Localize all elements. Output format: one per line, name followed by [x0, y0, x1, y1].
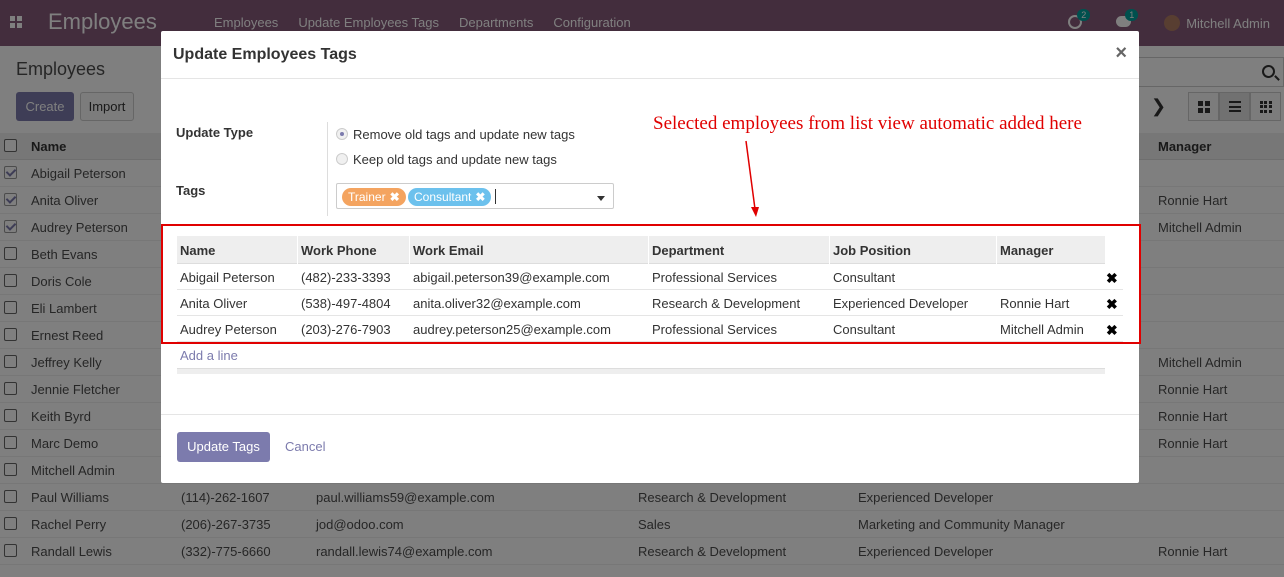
remove-tag-icon[interactable]: ✖ [475, 190, 485, 204]
modal-footer: Update Tags Cancel [161, 414, 1139, 483]
cell-department: Professional Services [652, 270, 777, 285]
text-caret [495, 189, 496, 204]
col-work-phone[interactable]: Work Phone [301, 243, 377, 258]
tag-trainer: Trainer ✖ [342, 188, 406, 206]
col-name[interactable]: Name [180, 243, 215, 258]
add-line-link[interactable]: Add a line [180, 348, 238, 363]
cell-job: Consultant [833, 270, 896, 285]
subtable-row[interactable]: Abigail Peterson (482)-233-3393 abigail.pe… [177, 264, 1123, 290]
tags-input[interactable]: Trainer ✖ Consultant ✖ [336, 183, 614, 209]
subtable-row[interactable]: Audrey Peterson (203)-276-7903 audrey.pete… [177, 316, 1123, 342]
subtable-row[interactable]: Anita Oliver (538)-497-4804 anita.oliver32… [177, 290, 1123, 316]
radio-keep-old-tags[interactable] [336, 153, 348, 165]
field-divider [327, 122, 328, 216]
delete-row-icon[interactable]: ✖ [1106, 270, 1118, 287]
cell-department: Professional Services [652, 322, 777, 337]
cell-job: Experienced Developer [833, 296, 969, 311]
cell-name: Abigail Peterson [180, 270, 275, 285]
tag-consultant: Consultant ✖ [408, 188, 492, 206]
modal-title: Update Employees Tags [173, 46, 357, 63]
update-tags-button[interactable]: Update Tags [177, 432, 270, 462]
employees-subtable: Name Work Phone Work Email Department Jo… [177, 236, 1123, 342]
option-keep-label[interactable]: Keep old tags and update new tags [353, 152, 557, 167]
delete-row-icon[interactable]: ✖ [1106, 322, 1118, 339]
tags-label: Tags [176, 183, 206, 198]
cell-phone: (203)-276-7903 [301, 322, 391, 337]
tag-trainer-label: Trainer [348, 190, 386, 204]
annotation-text: Selected employees from list view automa… [653, 113, 1082, 134]
radio-remove-old-tags[interactable] [336, 128, 348, 140]
subtable-footer [177, 368, 1105, 374]
close-icon[interactable]: × [1115, 42, 1127, 65]
tag-consultant-label: Consultant [414, 190, 472, 204]
cell-name: Anita Oliver [180, 296, 248, 311]
cell-name: Audrey Peterson [180, 322, 277, 337]
col-work-email[interactable]: Work Email [413, 243, 484, 258]
cell-manager: Mitchell Admin [1000, 322, 1084, 337]
cancel-button[interactable]: Cancel [285, 439, 325, 454]
cell-manager: Ronnie Hart [1000, 296, 1070, 311]
col-department[interactable]: Department [652, 243, 724, 258]
modal-header: Update Employees Tags × [161, 31, 1139, 79]
cell-email: abigail.peterson39@example.com [413, 270, 610, 285]
delete-row-icon[interactable]: ✖ [1106, 296, 1118, 313]
cell-department: Research & Development [652, 296, 801, 311]
option-remove-label[interactable]: Remove old tags and update new tags [353, 127, 575, 142]
remove-tag-icon[interactable]: ✖ [390, 190, 400, 204]
annotation-arrow [745, 140, 759, 217]
col-job-position[interactable]: Job Position [833, 243, 911, 258]
col-manager[interactable]: Manager [1000, 243, 1053, 258]
cell-email: anita.oliver32@example.com [413, 296, 581, 311]
update-type-label: Update Type [176, 125, 254, 140]
cell-phone: (538)-497-4804 [301, 296, 391, 311]
dropdown-arrow-icon[interactable] [597, 196, 605, 201]
cell-email: audrey.peterson25@example.com [413, 322, 611, 337]
update-tags-dialog: Update Employees Tags × Update Type Remo… [161, 31, 1141, 483]
cell-job: Consultant [833, 322, 896, 337]
subtable-header: Name Work Phone Work Email Department Jo… [177, 236, 1105, 264]
cell-phone: (482)-233-3393 [301, 270, 391, 285]
